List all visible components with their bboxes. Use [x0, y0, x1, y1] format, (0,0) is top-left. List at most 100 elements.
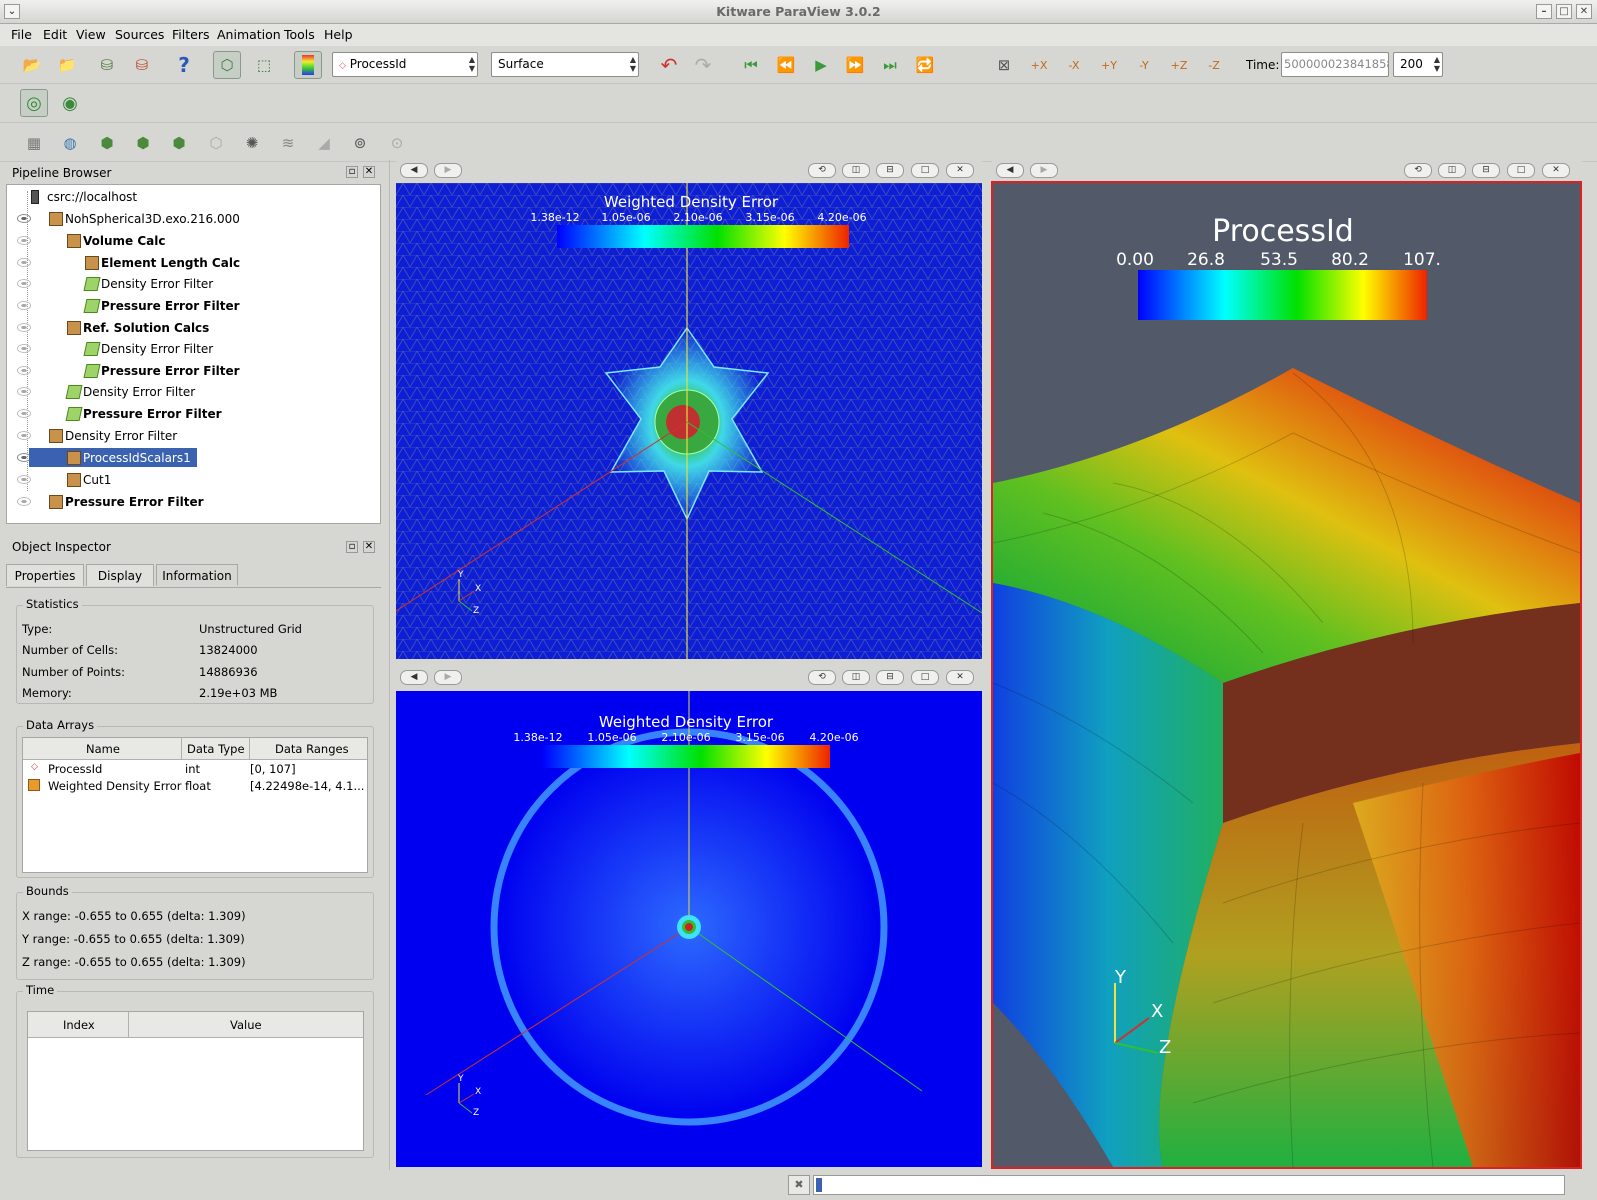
previous-frame-icon[interactable]: ⏪ — [772, 51, 800, 79]
time-value-field[interactable]: 500000023841858 — [1281, 52, 1389, 77]
next-frame-icon[interactable]: ⏩ — [841, 51, 869, 79]
tree-item[interactable]: Density Error Filter — [7, 273, 387, 295]
visibility-eye-icon[interactable] — [17, 214, 31, 223]
open-icon[interactable]: 📂 — [18, 51, 46, 79]
maximize-view-icon[interactable]: □ — [1507, 163, 1535, 178]
warp-vector-icon[interactable]: ◢ — [310, 129, 338, 157]
menu-sources[interactable]: Sources — [115, 27, 164, 42]
tree-item[interactable]: Pressure Error Filter — [7, 403, 387, 425]
table-row[interactable]: Weighted Density Error float [4.22498e-1… — [23, 778, 367, 795]
save-state-icon[interactable]: 📁 — [53, 51, 81, 79]
tree-item[interactable]: Ref. Solution Calcs — [7, 317, 387, 339]
tab-properties[interactable]: Properties — [6, 564, 84, 586]
help-icon[interactable]: ? — [170, 51, 198, 79]
first-frame-icon[interactable]: ⏮ — [737, 51, 765, 79]
maximize-icon[interactable]: □ — [1556, 4, 1572, 19]
split-horizontal-icon[interactable]: ◫ — [842, 670, 870, 685]
window-menu-icon[interactable]: ⌄ — [4, 4, 20, 19]
menu-animation[interactable]: Animation — [217, 27, 281, 42]
color-by-select[interactable]: ◇ ProcessId ▲ ▼ — [332, 52, 478, 77]
tab-information[interactable]: Information — [156, 564, 238, 586]
disconnect-icon[interactable]: ⛁ — [128, 51, 156, 79]
menu-tools[interactable]: Tools — [284, 27, 315, 42]
undo-icon[interactable]: ↶ — [655, 51, 683, 79]
visibility-eye-icon[interactable] — [17, 236, 31, 245]
view-type-icon[interactable]: ⟲ — [808, 670, 836, 685]
tree-item[interactable]: Volume Calc — [7, 230, 387, 252]
contour-icon[interactable]: ◍ — [56, 129, 84, 157]
reset-camera-icon[interactable]: ⊠ — [990, 51, 1018, 79]
representation-select[interactable]: Surface ▲ ▼ — [491, 52, 639, 77]
visibility-eye-icon[interactable] — [17, 431, 31, 440]
pick-center-icon[interactable]: ◉ — [56, 89, 84, 117]
tree-item[interactable]: Pressure Error Filter — [7, 295, 387, 317]
split-vertical-icon[interactable]: ⊟ — [876, 670, 904, 685]
group-datasets-icon[interactable]: ⊚ — [346, 129, 374, 157]
tab-display[interactable]: Display — [86, 564, 154, 586]
visibility-eye-icon[interactable] — [17, 366, 31, 375]
menu-filters[interactable]: Filters — [172, 27, 209, 42]
slice-icon[interactable]: ⬢ — [129, 129, 157, 157]
close-panel-icon[interactable]: ✕ — [363, 541, 375, 553]
visibility-eye-icon[interactable] — [17, 301, 31, 310]
select-mode-icon[interactable]: ⬚ — [250, 51, 278, 79]
tree-item[interactable]: Density Error Filter — [7, 425, 387, 447]
minimize-icon[interactable]: – — [1536, 4, 1552, 19]
split-vertical-icon[interactable]: ⊟ — [876, 163, 904, 178]
close-panel-icon[interactable]: ✕ — [363, 166, 375, 178]
abort-icon[interactable]: ✖ — [788, 1175, 810, 1195]
maximize-view-icon[interactable]: □ — [911, 670, 939, 685]
float-panel-icon[interactable]: ▫ — [346, 541, 358, 553]
interact-mode-icon[interactable]: ⬡ — [213, 51, 241, 79]
loop-icon[interactable]: 🔁 — [911, 51, 939, 79]
visibility-eye-icon[interactable] — [17, 475, 31, 484]
extract-level-icon[interactable]: ⊙ — [383, 129, 411, 157]
tree-item-selected[interactable]: ProcessIdScalars1 — [7, 447, 387, 469]
glyph-icon[interactable]: ✺ — [238, 129, 266, 157]
view-minus-y-icon[interactable]: -Y — [1130, 51, 1158, 79]
view-plus-x-icon[interactable]: +X — [1025, 51, 1053, 79]
connect-icon[interactable]: ⛁ — [93, 51, 121, 79]
tree-item[interactable]: NohSpherical3D.exo.216.000 — [7, 208, 387, 230]
tree-item[interactable]: Density Error Filter — [7, 381, 387, 403]
menu-help[interactable]: Help — [324, 27, 353, 42]
view-plus-z-icon[interactable]: +Z — [1165, 51, 1193, 79]
tree-server[interactable]: csrc://localhost — [7, 186, 387, 208]
camera-undo-icon[interactable]: ◀ — [400, 670, 428, 685]
close-view-icon[interactable]: ✕ — [1542, 163, 1570, 178]
tree-item[interactable]: Element Length Calc — [7, 252, 387, 274]
splitter[interactable] — [389, 160, 390, 1170]
view-minus-z-icon[interactable]: -Z — [1200, 51, 1228, 79]
table-row[interactable]: ◇ ProcessId int [0, 107] — [23, 761, 367, 778]
float-panel-icon[interactable]: ▫ — [346, 166, 358, 178]
render-view-right-active[interactable]: ProcessId 0.00 26.8 53.5 80.2 107. Y X Z — [991, 181, 1582, 1169]
time-step-spinbox[interactable]: 200 ▲ ▼ — [1393, 52, 1443, 77]
visibility-eye-icon[interactable] — [17, 387, 31, 396]
camera-undo-icon[interactable]: ◀ — [400, 163, 428, 178]
play-icon[interactable]: ▶ — [807, 51, 835, 79]
split-vertical-icon[interactable]: ⊟ — [1472, 163, 1500, 178]
camera-undo-icon[interactable]: ◀ — [996, 163, 1024, 178]
menu-edit[interactable]: Edit — [43, 27, 67, 42]
camera-redo-icon[interactable]: ▶ — [434, 163, 462, 178]
stream-tracer-icon[interactable]: ≋ — [274, 129, 302, 157]
maximize-view-icon[interactable]: □ — [911, 163, 939, 178]
split-horizontal-icon[interactable]: ◫ — [1438, 163, 1466, 178]
visibility-eye-icon[interactable] — [17, 258, 31, 267]
threshold-icon[interactable]: ⬢ — [165, 129, 193, 157]
extract-subset-icon[interactable]: ⬡ — [202, 129, 230, 157]
view-minus-x-icon[interactable]: -X — [1060, 51, 1088, 79]
visibility-eye-icon[interactable] — [17, 279, 31, 288]
view-plus-y-icon[interactable]: +Y — [1095, 51, 1123, 79]
render-view-bottom[interactable]: Weighted Density Error 1.38e-12 1.05e-06… — [396, 691, 982, 1167]
tree-item[interactable]: Density Error Filter — [7, 338, 387, 360]
view-type-icon[interactable]: ⟲ — [1404, 163, 1432, 178]
menu-view[interactable]: View — [76, 27, 106, 42]
color-map-editor-icon[interactable] — [294, 51, 322, 79]
camera-redo-icon[interactable]: ▶ — [1030, 163, 1058, 178]
calculator-icon[interactable]: ▦ — [20, 129, 48, 157]
close-view-icon[interactable]: ✕ — [946, 670, 974, 685]
tree-item[interactable]: Pressure Error Filter — [7, 360, 387, 382]
split-horizontal-icon[interactable]: ◫ — [842, 163, 870, 178]
last-frame-icon[interactable]: ⏭ — [876, 51, 904, 79]
